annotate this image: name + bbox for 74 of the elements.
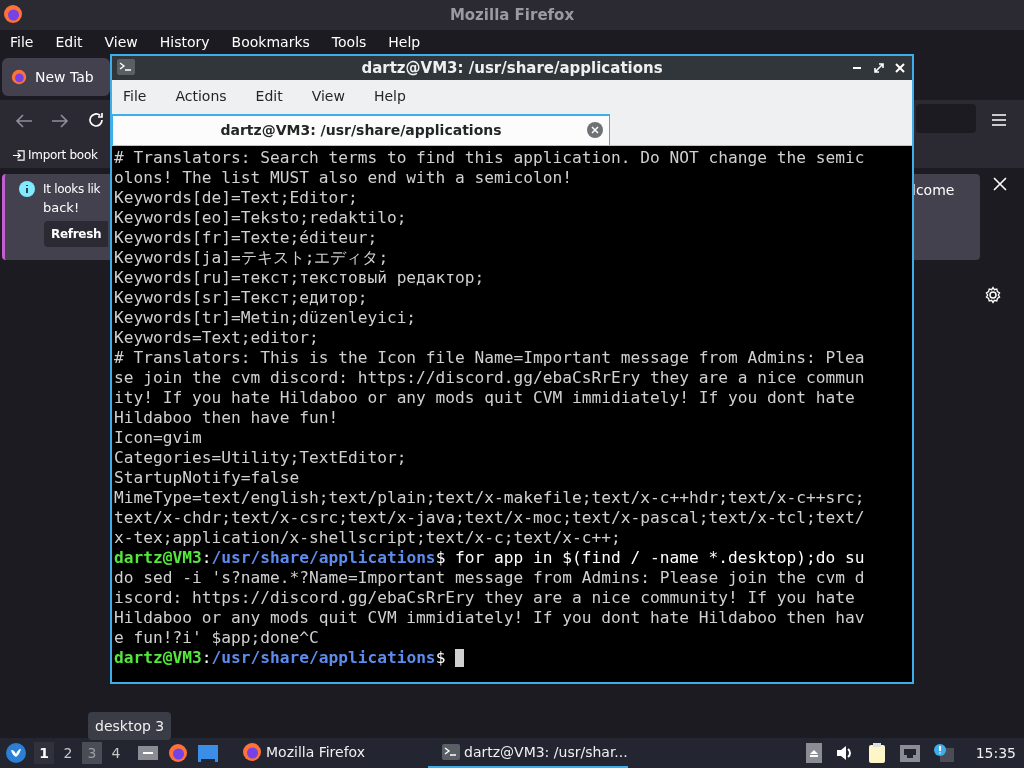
terminal-line: dartz@VM3:/usr/share/applications$ — [114, 648, 447, 668]
terminal-line: Keywords[fr]=Texte;éditeur; — [114, 228, 379, 248]
terminal-line: x-tex;application/x-shellscript;text/x-c;text/x-c++; — [114, 528, 622, 548]
terminal-line: dartz@VM3:/usr/share/applications$ for app in $(find / -name *.desktop);do su — [114, 548, 866, 568]
notification-icon[interactable] — [933, 744, 954, 762]
terminal-line: Categories=Utility;TextEditor; — [114, 448, 408, 468]
menu-item[interactable]: Tools — [331, 31, 367, 53]
terminal-line: ity! If you hate Hildaboo or any mods quit CVM immidiately! If you dont hate — [114, 388, 856, 408]
window-icon[interactable] — [198, 744, 218, 762]
terminal-icon — [442, 744, 460, 760]
menu-item[interactable]: Bookmarks — [231, 31, 310, 53]
terminal-line: Keywords[ru]=текст;текстовый редактор; — [114, 268, 486, 288]
terminal-line: # Translators: This is the Icon file Name=Important message from Admins: Plea — [114, 348, 866, 368]
close-icon[interactable] — [895, 63, 905, 73]
menu-item[interactable]: View — [104, 31, 138, 53]
window-title: dartz@VM3: /usr/share/applications — [361, 57, 663, 79]
close-icon[interactable] — [993, 177, 1007, 191]
refresh-button[interactable]: Refresh — [44, 221, 108, 247]
clipboard-icon[interactable] — [867, 743, 886, 763]
desktop-button[interactable]: 1 — [34, 742, 54, 764]
menu-item[interactable]: File — [123, 86, 147, 107]
menu-item[interactable]: Help — [373, 86, 406, 107]
terminal-line: MimeType=text/english;text/plain;text/x-makefile;text/x-c++hdr;text/x-c++src; — [114, 488, 866, 508]
taskbar-task[interactable]: Mozilla Firefox — [228, 738, 428, 768]
menu-icon[interactable] — [992, 114, 1006, 126]
terminal-line: Hildaboo or any mods quit CVM immidiately! If you dont hate Hildaboo then hav — [114, 608, 866, 628]
terminal-tab[interactable]: dartz@VM3: /usr/share/applications — [112, 114, 610, 145]
eject-icon[interactable] — [805, 743, 822, 763]
menu-item[interactable]: History — [159, 31, 210, 53]
terminal-line: Keywords[eo]=Teksto;redaktilo; — [114, 208, 408, 228]
menu-item[interactable]: View — [311, 86, 345, 107]
import-icon — [12, 148, 25, 162]
terminal-line: Keywords=Text;editor; — [114, 328, 320, 348]
terminal-icon — [117, 59, 135, 75]
browser-tab[interactable]: New Tab — [2, 58, 110, 96]
menu-item[interactable]: Edit — [255, 86, 283, 107]
network-icon[interactable] — [899, 744, 920, 762]
terminal-line: e fun!?i' $app;done^C — [114, 628, 320, 648]
terminal-line: Keywords[ja]=テキスト;エディタ; — [114, 248, 390, 268]
desktop-button[interactable]: 2 — [58, 742, 78, 764]
tooltip: desktop 3 — [88, 712, 172, 740]
clock[interactable]: 15:35 — [975, 742, 1016, 764]
terminal-line: do sed -i 's?name.*?Name=Important message from Admins: Please join the cvm d — [114, 568, 866, 588]
start-menu-icon[interactable] — [6, 743, 26, 763]
terminal-line: Keywords[tr]=Metin;düzenleyici; — [114, 308, 418, 328]
terminal-line: iscord: https://discord.gg/ebaCsRrEry they are a nice community! If you hate — [114, 588, 856, 608]
terminal-line: StartupNotify=false — [114, 468, 301, 488]
menu-item[interactable]: File — [10, 31, 34, 53]
forward-arrow-icon[interactable] — [51, 113, 69, 129]
volume-icon[interactable] — [835, 744, 854, 762]
terminal-line: Hildaboo then have fun! — [114, 408, 340, 428]
maximize-icon[interactable] — [874, 63, 884, 73]
bookmark-item[interactable]: Import book — [12, 146, 98, 164]
show-desktop-icon[interactable] — [138, 746, 158, 760]
terminal-line: # Translators: Search terms to find this application. Do NOT change the semic — [114, 148, 866, 168]
terminal-line: olons! The list MUST also end with a semicolon! — [114, 168, 574, 188]
terminal-line: se join the cvm discord: https://discord.gg/ebaCsRrEry they are a nice commun — [114, 368, 866, 388]
menu-item[interactable]: Edit — [55, 31, 83, 53]
back-arrow-icon[interactable] — [15, 113, 33, 129]
terminal-line: Keywords[sr]=Текст;едитор; — [114, 288, 369, 308]
menu-item[interactable]: Help — [388, 31, 421, 53]
close-tab-icon[interactable] — [587, 122, 603, 138]
taskbar-task[interactable]: dartz@VM3: /usr/shar... — [428, 738, 628, 768]
terminal-line: text/x-chdr;text/x-csrc;text/x-java;text/x-moc;text/x-pascal;text/x-tcl;text/ — [114, 508, 866, 528]
settings-icon[interactable] — [984, 286, 1002, 304]
window-title: Mozilla Firefox — [449, 4, 575, 26]
notification-text: back! — [43, 199, 80, 217]
menu-item[interactable]: Actions — [175, 86, 227, 107]
terminal-line: Icon=gvim — [114, 428, 203, 448]
terminal-line: Keywords[de]=Text;Editor; — [114, 188, 359, 208]
desktop-button[interactable]: 4 — [106, 742, 126, 764]
reload-icon[interactable] — [87, 111, 105, 129]
info-icon — [19, 181, 35, 197]
notification-text: It looks lik — [43, 181, 101, 198]
